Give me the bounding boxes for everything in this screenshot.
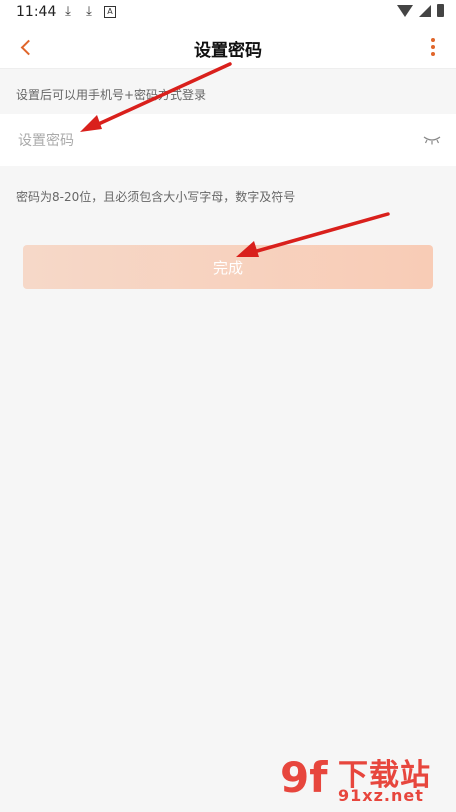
- page-title: 设置密码: [194, 41, 262, 61]
- signal-icon: [419, 4, 431, 17]
- site-watermark: 9f 下载站 91xz.net: [280, 748, 450, 808]
- password-input[interactable]: [16, 128, 400, 154]
- download-icon: ⤓: [86, 4, 92, 19]
- a-box-icon: A: [104, 6, 116, 18]
- battery-icon: [437, 4, 444, 17]
- done-button[interactable]: 完成: [23, 245, 433, 289]
- more-options-button[interactable]: [428, 38, 438, 56]
- more-dot-icon: [431, 38, 435, 42]
- password-rule-text: 密码为8-20位，且必须包含大小写字母，数字及符号: [16, 190, 296, 204]
- more-dot-icon: [431, 45, 435, 49]
- wifi-icon: [397, 4, 413, 17]
- password-row: [0, 114, 456, 166]
- watermark-logo: 9f: [280, 753, 328, 802]
- nav-bar: 设置密码: [0, 26, 456, 69]
- watermark-url: 91xz.net: [338, 786, 424, 805]
- system-icons: [397, 4, 444, 17]
- download-icon: ⤓: [65, 4, 71, 19]
- login-hint-text: 设置后可以用手机号+密码方式登录: [16, 88, 207, 102]
- eye-closed-icon[interactable]: [422, 132, 442, 146]
- status-time: 11:44: [16, 4, 57, 20]
- more-dot-icon: [431, 52, 435, 56]
- notification-icons: ⤓ ⤓ A: [62, 4, 116, 19]
- status-bar: 11:44 ⤓ ⤓ A: [0, 0, 456, 26]
